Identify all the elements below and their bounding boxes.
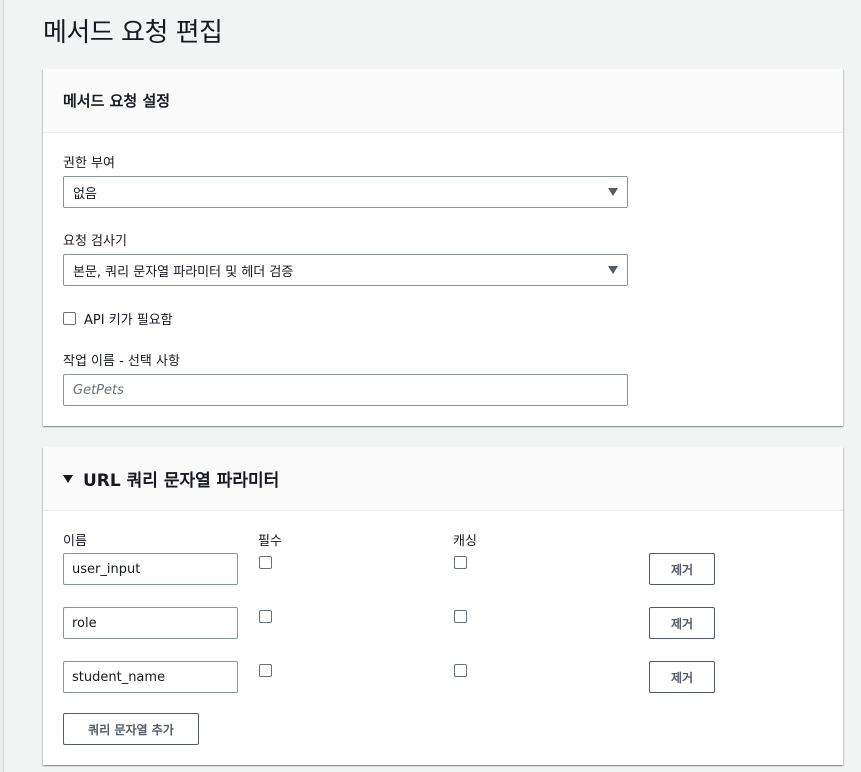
authorization-label: 권한 부여 <box>63 156 115 171</box>
caching-checkbox[interactable] <box>454 556 467 569</box>
page: 메서드 요청 편집 메서드 요청 설정 권한 부여 없음 요청 검사기 본문, … <box>0 0 861 772</box>
request-validator-select[interactable]: 본문, 쿼리 문자열 파라미터 및 헤더 검증 <box>63 254 628 286</box>
param-name-input[interactable] <box>63 553 238 585</box>
add-query-string-button[interactable]: 쿼리 문자열 추가 <box>63 713 199 745</box>
authorization-value: 없음 <box>73 186 97 202</box>
required-checkbox[interactable] <box>259 664 272 677</box>
request-validator-label: 요청 검사기 <box>63 234 127 249</box>
remove-button[interactable]: 제거 <box>649 661 715 693</box>
column-header-caching: 캐싱 <box>453 534 477 549</box>
api-key-required-checkbox[interactable] <box>63 312 76 325</box>
column-header-required: 필수 <box>258 534 282 549</box>
operation-name-input[interactable] <box>63 374 628 406</box>
request-validator-value: 본문, 쿼리 문자열 파라미터 및 헤더 검증 <box>73 264 294 280</box>
param-name-input[interactable] <box>63 607 238 639</box>
required-checkbox[interactable] <box>259 610 272 623</box>
caching-checkbox[interactable] <box>454 664 467 677</box>
panel-header: 메서드 요청 설정 <box>43 69 843 133</box>
left-navigation-edge <box>0 0 4 772</box>
collapse-caret-icon[interactable] <box>63 475 73 483</box>
remove-button[interactable]: 제거 <box>649 607 715 639</box>
authorization-select[interactable]: 없음 <box>63 176 628 208</box>
api-key-required-label: API 키가 필요함 <box>84 313 173 328</box>
method-request-settings-panel: 메서드 요청 설정 권한 부여 없음 요청 검사기 본문, 쿼리 문자열 파라미… <box>43 69 843 426</box>
operation-name-label: 작업 이름 - 선택 사항 <box>63 354 180 369</box>
api-key-row: API 키가 필요함 <box>63 309 173 328</box>
caching-checkbox[interactable] <box>454 610 467 623</box>
required-checkbox[interactable] <box>259 556 272 569</box>
caret-down-icon <box>608 266 618 274</box>
query-param-row: 제거 <box>43 553 843 585</box>
column-header-name: 이름 <box>63 534 87 549</box>
remove-button[interactable]: 제거 <box>649 553 715 585</box>
url-query-string-parameters-panel: URL 쿼리 문자열 파라미터 이름 필수 캐싱 제거 제거 제거 쿼리 문자열… <box>43 447 843 765</box>
query-param-row: 제거 <box>43 607 843 639</box>
page-title: 메서드 요청 편집 <box>43 18 223 48</box>
panel-title: 메서드 요청 설정 <box>63 92 171 110</box>
param-name-input[interactable] <box>63 661 238 693</box>
panel-title: URL 쿼리 문자열 파라미터 <box>83 471 280 491</box>
query-param-row: 제거 <box>43 661 843 693</box>
panel-header-collapsible[interactable]: URL 쿼리 문자열 파라미터 <box>43 447 843 511</box>
caret-down-icon <box>608 188 618 196</box>
